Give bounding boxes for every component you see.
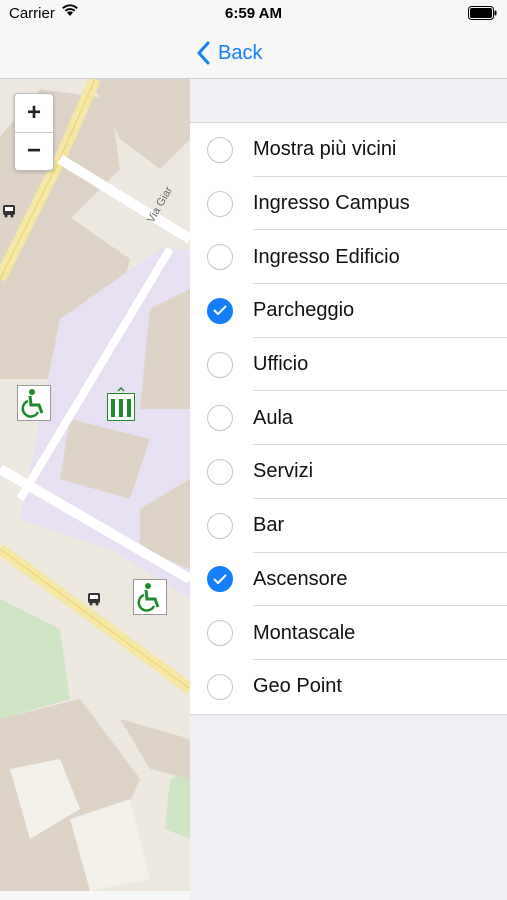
filter-row[interactable]: Ingresso Campus [190, 177, 507, 231]
map-view[interactable]: Via Giar + − [0, 79, 190, 891]
checkbox-unchecked[interactable] [207, 136, 233, 163]
filter-row[interactable]: Ufficio [190, 338, 507, 392]
battery-icon [468, 6, 498, 24]
filter-label: Ufficio [253, 353, 309, 376]
filter-row[interactable]: Mostra più vicini [190, 123, 507, 177]
checkbox-unchecked[interactable] [207, 673, 233, 700]
filter-row[interactable]: Servizi [190, 445, 507, 499]
checkbox-unchecked[interactable] [207, 458, 233, 485]
filter-row[interactable]: Montascale [190, 606, 507, 660]
checkbox-checked[interactable] [207, 566, 233, 593]
filter-row[interactable]: Geo Point [190, 660, 507, 714]
zoom-control: + − [14, 93, 54, 171]
checkbox-unchecked[interactable] [207, 190, 233, 217]
elevator-icon[interactable] [107, 386, 135, 426]
bus-stop-icon[interactable] [87, 592, 101, 611]
zoom-out-button[interactable]: − [15, 132, 53, 170]
filter-label: Mostra più vicini [253, 138, 397, 161]
filter-label: Montascale [253, 621, 356, 644]
accessible-parking-icon[interactable] [17, 385, 51, 426]
filter-label: Geo Point [253, 675, 342, 698]
filter-label: Ascensore [253, 567, 348, 590]
chevron-left-icon [197, 41, 210, 65]
back-button[interactable]: Back [196, 36, 262, 70]
checkbox-unchecked[interactable] [207, 244, 233, 271]
filter-label: Aula [253, 406, 294, 429]
checkbox-unchecked[interactable] [207, 620, 233, 647]
filter-row[interactable]: Ascensore [190, 553, 507, 607]
checkbox-unchecked[interactable] [207, 512, 233, 539]
navigation-bar: Back [0, 28, 507, 79]
checkbox-checked[interactable] [207, 297, 233, 324]
filter-list: Mostra più vicini Ingresso Campus Ingresso… [190, 122, 507, 715]
bottom-strip [0, 891, 190, 900]
checkbox-unchecked[interactable] [207, 351, 233, 378]
clock: 6:59 AM [225, 5, 282, 22]
checkbox-unchecked[interactable] [207, 405, 233, 432]
filter-label: Parcheggio [253, 299, 355, 322]
accessible-parking-icon[interactable] [133, 579, 167, 620]
filter-label: Ingresso Edificio [253, 245, 400, 268]
filter-label: Bar [253, 514, 285, 537]
bus-stop-icon[interactable] [2, 204, 16, 223]
checkmark-icon [213, 574, 227, 584]
filter-row[interactable]: Bar [190, 499, 507, 553]
back-label: Back [218, 41, 263, 64]
checkmark-icon [213, 305, 227, 316]
filter-row[interactable]: Parcheggio [190, 284, 507, 338]
status-bar: Carrier 6:59 AM [0, 0, 507, 28]
filter-label: Servizi [253, 460, 314, 483]
filter-row[interactable]: Aula [190, 391, 507, 445]
zoom-in-button[interactable]: + [15, 94, 53, 133]
filter-row[interactable]: Ingresso Edificio [190, 230, 507, 284]
filter-label: Ingresso Campus [253, 192, 410, 215]
